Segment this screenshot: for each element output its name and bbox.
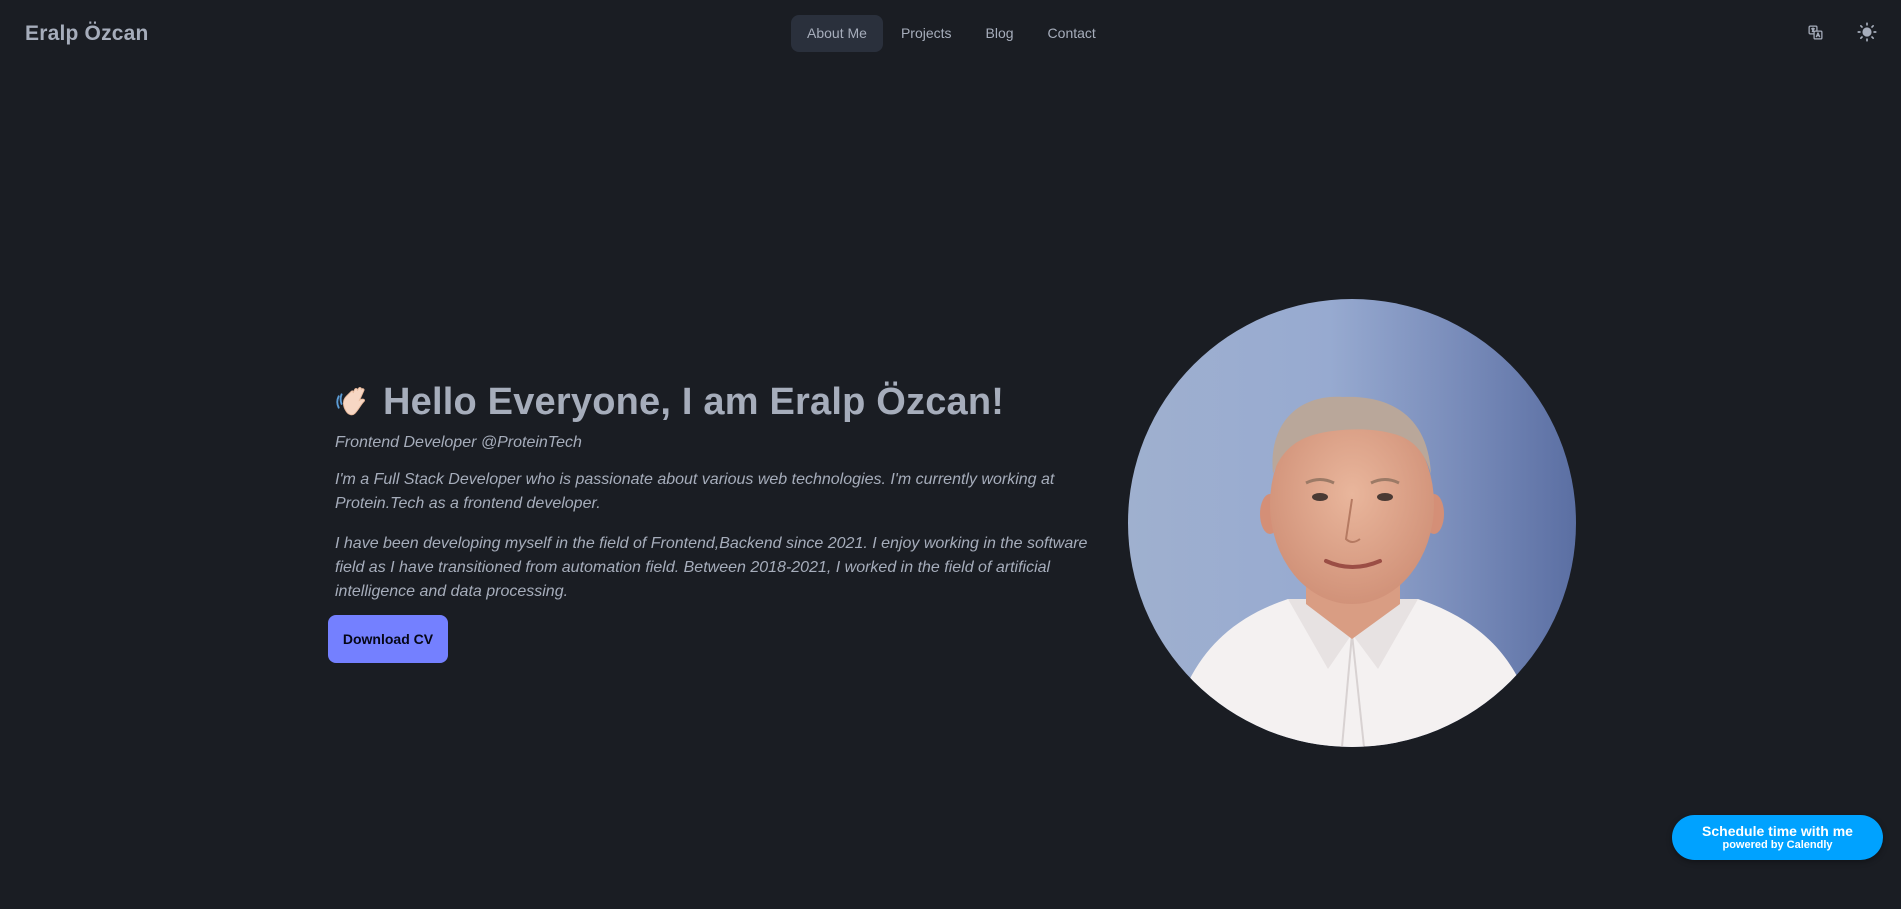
hero-subtitle: Frontend Developer @ProteinTech xyxy=(335,434,582,451)
translate-icon xyxy=(1807,24,1823,40)
waving-hand-icon xyxy=(336,387,365,416)
nav-blog[interactable]: Blog xyxy=(970,15,1030,52)
nav-projects[interactable]: Projects xyxy=(885,15,968,52)
calendly-schedule-button[interactable]: Schedule time with me powered by Calendl… xyxy=(1672,815,1883,860)
profile-photo xyxy=(1128,299,1576,747)
site-brand[interactable]: Eralp Özcan xyxy=(25,22,149,46)
hero-section: Hello Everyone, I am Eralp Özcan! Fronte… xyxy=(333,380,1103,620)
headline-text: Hello Everyone, I am Eralp Özcan! xyxy=(383,381,1005,423)
intro-paragraph: I'm a Full Stack Developer who is passio… xyxy=(335,471,1055,512)
nav-about-me[interactable]: About Me xyxy=(791,15,883,52)
portrait-image xyxy=(1128,299,1576,747)
calendly-powered-by: powered by Calendly xyxy=(1722,839,1833,851)
hero-headline: Hello Everyone, I am Eralp Özcan! xyxy=(333,380,1103,424)
sun-icon xyxy=(1857,22,1877,42)
download-cv-button[interactable]: Download CV xyxy=(328,615,448,663)
calendly-label: Schedule time with me xyxy=(1702,823,1853,839)
page: Eralp Özcan About Me Projects Blog Conta… xyxy=(0,0,1901,909)
theme-toggle-button[interactable] xyxy=(1855,20,1879,44)
background-paragraph: I have been developing myself in the fie… xyxy=(335,535,1088,600)
nav-contact[interactable]: Contact xyxy=(1032,15,1112,52)
language-toggle-button[interactable] xyxy=(1803,20,1827,44)
main-nav: About Me Projects Blog Contact xyxy=(791,15,1112,52)
